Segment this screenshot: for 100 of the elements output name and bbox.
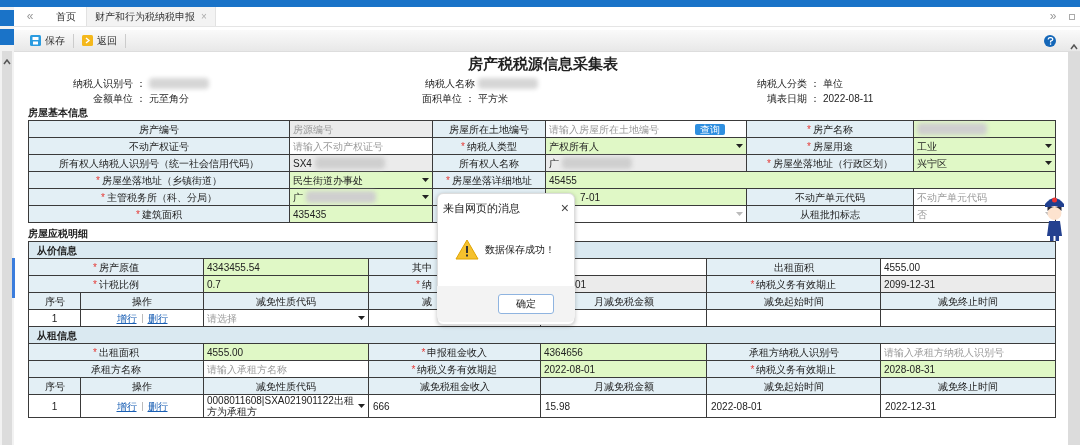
save-icon xyxy=(30,35,41,46)
scroll-up-icon[interactable] xyxy=(1070,44,1078,50)
select-field[interactable]: 产权所有人 xyxy=(546,138,746,154)
redaction-blur xyxy=(917,123,987,135)
column-header: 减免终止时间 xyxy=(881,378,1055,394)
select-field[interactable]: 工业 xyxy=(914,138,1055,154)
link[interactable]: 删行 xyxy=(147,398,168,414)
input-field[interactable]: 4364656 xyxy=(541,344,706,360)
save-button[interactable]: 保存 xyxy=(30,33,74,48)
column-header: 减免税租金收入 xyxy=(369,378,540,394)
form-title: 房产税税源信息采集表 xyxy=(467,55,619,74)
info-label: 填表日期 ： xyxy=(766,93,820,104)
input-field[interactable]: 0.7 xyxy=(204,276,368,292)
dropdown-arrow-icon[interactable] xyxy=(1045,144,1052,148)
field-label: * 出租面积 xyxy=(29,344,203,360)
redaction-blur xyxy=(562,157,632,169)
input-field[interactable]: 4343455.54 xyxy=(204,259,368,275)
back-button[interactable]: 返回 xyxy=(82,33,126,48)
column-header: 减免终止时间 xyxy=(881,293,1055,309)
field-label: 从租批扣标志 xyxy=(747,206,913,222)
field-label: 所有权人纳税人识别号（统一社会信用代码） xyxy=(29,155,289,171)
table-cell: 1 xyxy=(29,310,80,326)
info-label: 金额单位 ： xyxy=(92,93,146,104)
section-title: 房屋应税明细 xyxy=(28,228,88,240)
field-label: * 主管税务所（科、分局） xyxy=(29,189,289,205)
dropdown-arrow-icon[interactable] xyxy=(422,178,429,182)
column-header: 序号 xyxy=(29,378,80,394)
select-field[interactable]: 民生街道办事处 xyxy=(290,172,432,188)
field-label: 出租面积 xyxy=(707,259,880,275)
input-field[interactable]: 435435 xyxy=(290,206,432,222)
field-label: * 建筑面积 xyxy=(29,206,289,222)
field-label: * 房屋用途 xyxy=(747,138,913,154)
select-field[interactable]: 兴宁区 xyxy=(914,155,1055,171)
field-label: * 纳税义务有效期起 xyxy=(369,361,540,377)
input-field[interactable]: 7-01 xyxy=(546,189,746,205)
info-value: 单位 xyxy=(823,78,843,89)
link[interactable]: 删行 xyxy=(147,310,168,326)
field-label: 房屋所在土地编号 xyxy=(433,121,545,137)
dropdown-arrow-icon[interactable] xyxy=(358,404,365,408)
table-cell: 15.98 xyxy=(541,395,706,417)
input-field[interactable]: 2099-12-31 xyxy=(881,276,1055,292)
input-field[interactable]: 45455 xyxy=(546,172,1055,188)
help-icon[interactable] xyxy=(1044,34,1056,47)
redaction-blur xyxy=(306,191,376,203)
field-label: 承租方名称 xyxy=(29,361,203,377)
field-label: * 房产名称 xyxy=(747,121,913,137)
field-label: 不动产权证号 xyxy=(29,138,289,154)
column-header: 减免起始时间 xyxy=(707,378,880,394)
info-label: 纳税人分类 ： xyxy=(756,78,820,89)
field-label: * 房产原值 xyxy=(29,259,203,275)
field-label: 房产编号 xyxy=(29,121,289,137)
group-header: 从租信息 xyxy=(29,327,1055,343)
dialog-message: 数据保存成功！ xyxy=(485,242,555,257)
info-label: 面积单位 ： xyxy=(421,93,475,104)
field-label: * 计税比例 xyxy=(29,276,203,292)
field-label: * 申报租金收入 xyxy=(369,344,540,360)
dropdown-arrow-icon[interactable] xyxy=(736,144,743,148)
dropdown-arrow-icon[interactable] xyxy=(1045,161,1052,165)
select-field[interactable]: 广 xyxy=(290,189,432,205)
field-label: 承租方纳税人识别号 xyxy=(707,344,880,360)
input-field[interactable]: SX4 xyxy=(290,155,432,171)
dropdown-arrow-icon[interactable] xyxy=(422,195,429,199)
column-header: 减免性质代码 xyxy=(204,293,368,309)
column-header: 操作 xyxy=(81,378,203,394)
dropdown-arrow-icon[interactable] xyxy=(358,316,365,320)
field-label: 所有权人名称 xyxy=(433,155,545,171)
input-field[interactable]: 2022-08-01 xyxy=(541,361,706,377)
field-label: * 纳税人类型 xyxy=(433,138,545,154)
input-field[interactable]: 广 xyxy=(546,155,746,171)
info-label: 纳税人识别号 ： xyxy=(72,78,146,89)
column-header: 月减免税金额 xyxy=(541,378,706,394)
field-label: * 房屋坐落详细地址 xyxy=(433,172,545,188)
info-label: 纳税人名称 xyxy=(424,78,475,89)
section-title: 房屋基本信息 xyxy=(28,107,88,119)
field-label: * 房屋坐落地址（乡镇街道） xyxy=(29,172,289,188)
back-icon xyxy=(82,35,93,46)
input-field[interactable]: 4555.00 xyxy=(881,259,1055,275)
field-label: * 房屋坐落地址（行政区划） xyxy=(747,155,913,171)
redaction-blur xyxy=(314,157,385,169)
dialog-title: 来自网页的消息 xyxy=(443,201,520,216)
field-label: * 纳税义务有效期止 xyxy=(707,276,880,292)
scrollbar[interactable] xyxy=(2,51,12,445)
column-header: 序号 xyxy=(29,293,80,309)
input-field[interactable]: 2028-08-31 xyxy=(881,361,1055,377)
info-value: 平方米 xyxy=(478,93,508,104)
link[interactable]: 增行 xyxy=(116,398,137,414)
field-label: * 纳税义务有效期止 xyxy=(707,361,880,377)
ok-button[interactable]: 确定 xyxy=(498,293,554,314)
select-field[interactable]: 0008011608|SXA021901122出租方为承租方 xyxy=(204,395,368,417)
scroll-up-icon[interactable] xyxy=(3,59,11,65)
tab[interactable]: 首页 xyxy=(46,7,86,26)
link[interactable]: 增行 xyxy=(116,310,137,326)
input-field[interactable] xyxy=(914,121,1055,137)
column-header: 操作 xyxy=(81,293,203,309)
table-cell: 1 xyxy=(29,395,80,417)
tab[interactable]: 财产和行为税纳税申报 × xyxy=(86,7,216,26)
table-cell: 666 xyxy=(369,395,540,417)
info-value: 元至角分 xyxy=(149,93,189,104)
table-cell: 2022-12-31 xyxy=(881,395,1055,417)
input-field[interactable]: 4555.00 xyxy=(204,344,368,360)
